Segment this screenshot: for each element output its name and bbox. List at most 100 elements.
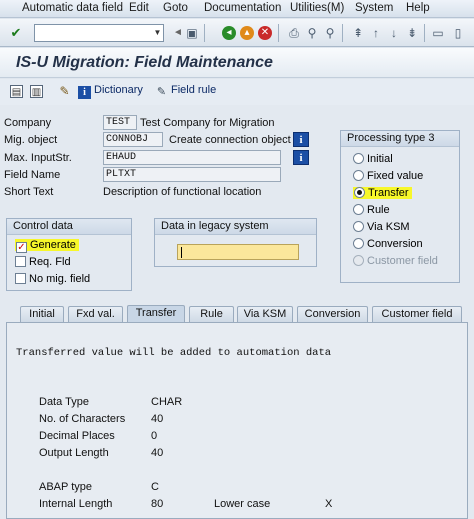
radio-transfer[interactable]: Transfer: [353, 187, 412, 199]
legacy-data-input[interactable]: [177, 244, 299, 260]
no-mig-field-checkbox-row[interactable]: No mig. field: [15, 273, 90, 285]
enter-check-icon[interactable]: ✔: [8, 25, 24, 41]
no-mig-field-label: No mig. field: [29, 273, 91, 285]
field-rule-icon: ✎: [156, 86, 167, 98]
num-chars-value: 40: [151, 413, 164, 425]
abap-type-label: ABAP type: [39, 481, 92, 493]
radio-conversion[interactable]: Conversion: [353, 238, 423, 250]
radio-fixed-value[interactable]: Fixed value: [353, 170, 423, 182]
internal-length-value: 80: [151, 498, 164, 510]
radio-button-disabled: [353, 255, 364, 266]
check-icon[interactable]: ✓: [16, 242, 27, 253]
radio-button-selected[interactable]: [354, 187, 365, 198]
radio-button[interactable]: [353, 238, 364, 249]
mig-object-field[interactable]: CONNOBJ: [103, 132, 163, 147]
max-input-info-button[interactable]: i: [293, 150, 309, 165]
checkbox[interactable]: [15, 273, 26, 284]
lower-case-label: Lower case: [214, 498, 271, 510]
tab-via-ksm[interactable]: Via KSM: [237, 306, 293, 322]
radio-button[interactable]: [353, 221, 364, 232]
dictionary-button[interactable]: i Dictionary: [78, 84, 143, 99]
radio-conversion-label: Conversion: [367, 238, 423, 250]
shortcut-icon[interactable]: ▯: [450, 25, 466, 41]
menu-system[interactable]: System: [355, 2, 393, 14]
field-rule-label: Field rule: [171, 84, 217, 96]
max-input-label: Max. InputStr.: [4, 152, 72, 164]
short-text-value: Description of functional location: [103, 186, 262, 198]
data-type-value: CHAR: [151, 396, 183, 408]
mig-object-label: Mig. object: [4, 134, 58, 146]
radio-rule[interactable]: Rule: [353, 204, 390, 216]
company-description: Test Company for Migration: [140, 117, 275, 129]
edit-button[interactable]: ✎: [58, 84, 74, 98]
num-chars-label: No. of Characters: [39, 413, 126, 425]
info-icon: i: [78, 86, 91, 99]
toolbar-separator: [342, 24, 343, 42]
company-field[interactable]: TEST: [103, 115, 137, 130]
back-icon[interactable]: ◂: [222, 26, 236, 40]
tab-customer-field[interactable]: Customer field: [372, 306, 462, 322]
req-fld-checkbox-row[interactable]: Req. Fld: [15, 256, 71, 268]
radio-transfer-label: Transfer: [368, 187, 409, 199]
legacy-system-title: Data in legacy system: [155, 219, 316, 235]
menu-bar: Automatic data field Edit Goto Documenta…: [0, 0, 474, 18]
last-page-icon[interactable]: ⇟: [404, 25, 420, 41]
radio-via-ksm-label: Via KSM: [367, 221, 410, 233]
abap-type-value: C: [151, 481, 159, 493]
mig-object-info-button[interactable]: i: [293, 132, 309, 147]
find-icon[interactable]: ⚲: [304, 25, 320, 41]
save-document-button[interactable]: ▥: [30, 84, 46, 98]
new-session-icon[interactable]: ▭: [430, 25, 446, 41]
tab-conversion[interactable]: Conversion: [297, 306, 368, 322]
radio-initial-label: Initial: [367, 153, 393, 165]
standard-toolbar: ✔ ▼ ◄ ▣ ◂ ▴ ✕ ⎙ ⚲ ⚲ ⇞ ↑ ↓ ⇟ ▭ ▯: [0, 19, 474, 47]
tab-initial[interactable]: Initial: [20, 306, 64, 322]
find-next-icon[interactable]: ⚲: [322, 25, 338, 41]
command-field[interactable]: [34, 24, 164, 42]
radio-button[interactable]: [353, 204, 364, 215]
document-save-icon: ▥: [30, 85, 43, 98]
tab-rule[interactable]: Rule: [189, 306, 234, 322]
cancel-icon[interactable]: ✕: [258, 26, 272, 40]
processing-type-title: Processing type 3: [341, 131, 459, 147]
transfer-message: Transferred value will be added to autom…: [16, 347, 332, 359]
processing-type-group: Processing type 3 Initial Fixed value Tr…: [340, 130, 460, 283]
tabstrip: Initial Fxd val. Transfer Rule Via KSM C…: [6, 305, 468, 519]
tab-transfer[interactable]: Transfer: [127, 305, 185, 322]
first-page-icon[interactable]: ⇞: [350, 25, 366, 41]
decimals-label: Decimal Places: [39, 430, 115, 442]
menu-utilities[interactable]: Utilities(M): [290, 2, 344, 14]
exit-icon[interactable]: ▴: [240, 26, 254, 40]
chevron-down-icon[interactable]: ▼: [152, 25, 163, 41]
tab-fxd-val[interactable]: Fxd val.: [68, 306, 123, 322]
generate-checkbox-row[interactable]: ✓ Generate: [15, 239, 79, 253]
checkbox[interactable]: [15, 256, 26, 267]
short-text-label: Short Text: [4, 186, 54, 198]
control-data-group: Control data ✓ Generate Req. Fld No mig. …: [6, 218, 132, 291]
max-input-field[interactable]: EHAUD: [103, 150, 281, 165]
field-rule-button[interactable]: ✎ Field rule: [155, 84, 216, 99]
internal-length-label: Internal Length: [39, 498, 113, 510]
menu-goto[interactable]: Goto: [163, 2, 188, 14]
decimals-value: 0: [151, 430, 158, 442]
radio-button[interactable]: [353, 153, 364, 164]
field-name-field[interactable]: PLTXT: [103, 167, 281, 182]
previous-page-icon[interactable]: ↑: [368, 25, 384, 41]
menu-edit[interactable]: Edit: [129, 2, 149, 14]
display-change-button[interactable]: ▤: [10, 84, 26, 98]
menu-help[interactable]: Help: [406, 2, 430, 14]
title-bar: IS-U Migration: Field Maintenance: [0, 48, 474, 78]
req-fld-label: Req. Fld: [29, 256, 71, 268]
print-icon[interactable]: ⎙: [286, 25, 302, 41]
radio-initial[interactable]: Initial: [353, 153, 393, 165]
radio-via-ksm[interactable]: Via KSM: [353, 221, 410, 233]
page-title: IS-U Migration: Field Maintenance: [16, 54, 273, 71]
next-page-icon[interactable]: ↓: [386, 25, 402, 41]
company-label: Company: [4, 117, 52, 129]
pencil-icon: ✎: [59, 84, 70, 98]
save-icon[interactable]: ▣: [184, 25, 200, 41]
menu-automatic-data-field[interactable]: Automatic data field: [22, 2, 123, 14]
menu-documentation[interactable]: Documentation: [204, 2, 281, 14]
transfer-tab-panel: Transferred value will be added to autom…: [6, 322, 468, 519]
radio-button[interactable]: [353, 170, 364, 181]
